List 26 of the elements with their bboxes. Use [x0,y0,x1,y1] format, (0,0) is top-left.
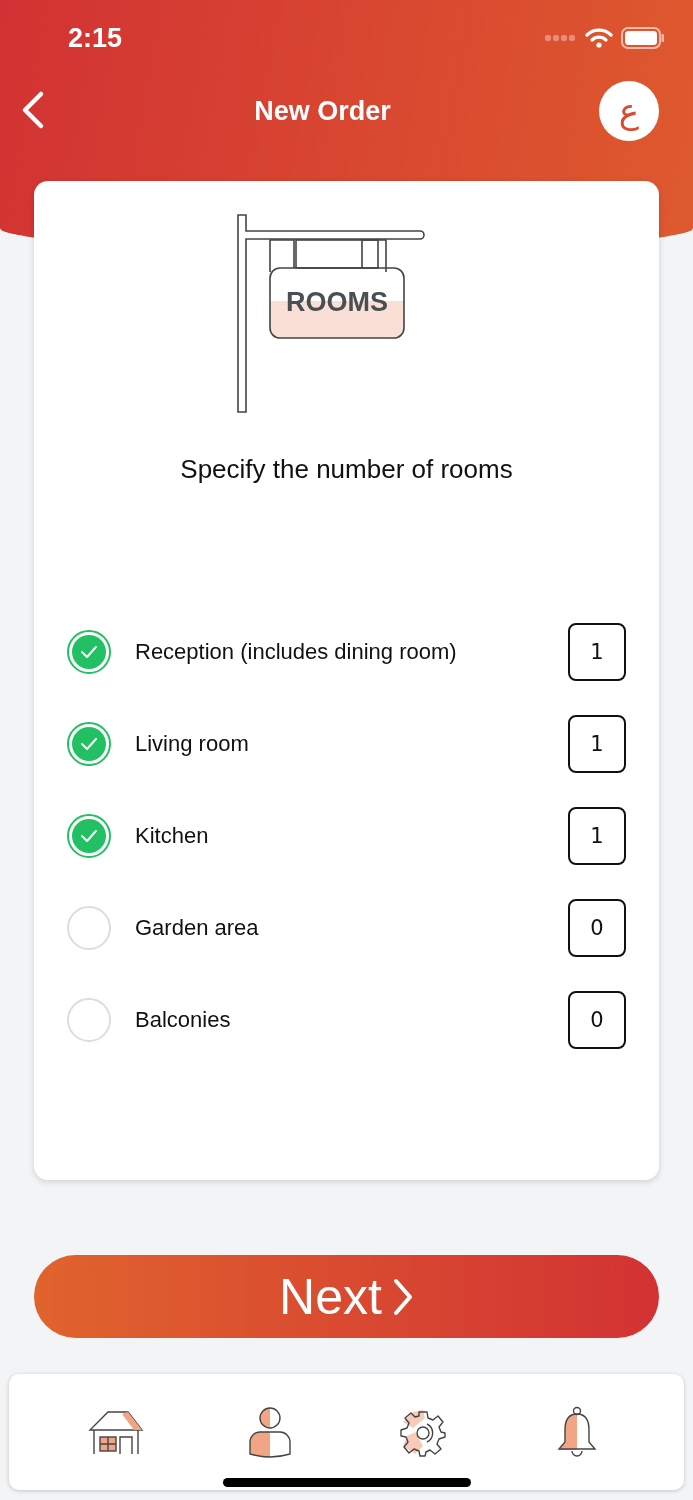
room-label: Kitchen [135,823,210,849]
quantity-field[interactable]: 0 [568,991,626,1049]
language-button[interactable]: ع [599,81,659,141]
checkbox[interactable] [67,630,111,674]
quantity-field[interactable]: 1 [568,807,626,865]
checkbox[interactable] [67,722,111,766]
room-label: Reception (includes dining room) [135,639,458,665]
wifi-icon [585,28,613,48]
heading: Specify the number of rooms [180,454,513,485]
sign-text: ROOMS [285,287,388,317]
quantity-field[interactable]: 0 [568,899,626,957]
room-label: Balconies [135,1007,232,1033]
check-icon [80,829,98,843]
quantity-field[interactable]: 1 [568,623,626,681]
check-icon [80,645,98,659]
signal-icon [545,34,577,42]
screen-title: New Order [254,95,391,127]
quantity-field[interactable]: 1 [568,715,626,773]
status-time: 2:15 [68,22,123,54]
check-icon [80,737,98,751]
room-label: Garden area [135,915,260,941]
chevron-right-icon [391,1277,414,1316]
next-button[interactable]: Next [34,1255,659,1338]
battery-icon [621,27,665,49]
checkbox[interactable] [67,814,111,858]
room-label: Living room [135,731,250,757]
